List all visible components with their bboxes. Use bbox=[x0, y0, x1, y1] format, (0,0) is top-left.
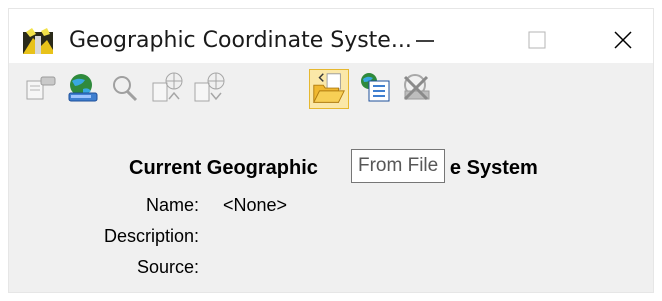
delete-button[interactable] bbox=[397, 69, 437, 109]
current-geographic-coordinate-system-heading: Current Geographic e System bbox=[129, 157, 538, 180]
toolbar bbox=[9, 63, 653, 113]
from-file-tooltip: From File bbox=[351, 149, 446, 183]
heading-right-text: e System bbox=[449, 157, 538, 179]
minimize-icon bbox=[416, 40, 434, 42]
source-label: Source: bbox=[136, 257, 199, 277]
from-file-folder-icon bbox=[313, 73, 345, 103]
maximize-button[interactable] bbox=[514, 23, 560, 59]
edit-icon bbox=[26, 76, 56, 100]
description-label: Description: bbox=[103, 226, 199, 246]
close-button[interactable] bbox=[600, 23, 646, 59]
import-icon bbox=[194, 72, 225, 102]
import-button[interactable] bbox=[189, 69, 229, 109]
export-button[interactable] bbox=[147, 69, 187, 109]
edit-button[interactable] bbox=[21, 69, 61, 109]
maximize-icon bbox=[528, 31, 546, 49]
heading-left-text: Current Geographic bbox=[129, 157, 318, 179]
title-bar[interactable]: Geographic Coordinate Syste... bbox=[9, 9, 653, 63]
globe-disk-icon bbox=[68, 74, 98, 102]
close-icon bbox=[614, 31, 632, 49]
library-button[interactable] bbox=[355, 69, 395, 109]
name-value: <None> bbox=[223, 195, 288, 215]
name-label: Name: bbox=[145, 195, 199, 215]
export-icon bbox=[152, 72, 183, 102]
window-title: Geographic Coordinate Syste... bbox=[69, 28, 412, 53]
search-button[interactable] bbox=[105, 69, 145, 109]
geographic-coordinate-system-dialog: Geographic Coordinate Syste... Current G… bbox=[8, 8, 654, 293]
from-file-button[interactable] bbox=[309, 69, 349, 109]
search-icon bbox=[113, 76, 138, 102]
app-icon bbox=[23, 28, 53, 54]
delete-icon bbox=[403, 74, 430, 101]
library-icon bbox=[361, 73, 390, 102]
minimize-button[interactable] bbox=[402, 23, 448, 59]
globe-disk-button[interactable] bbox=[63, 69, 103, 109]
